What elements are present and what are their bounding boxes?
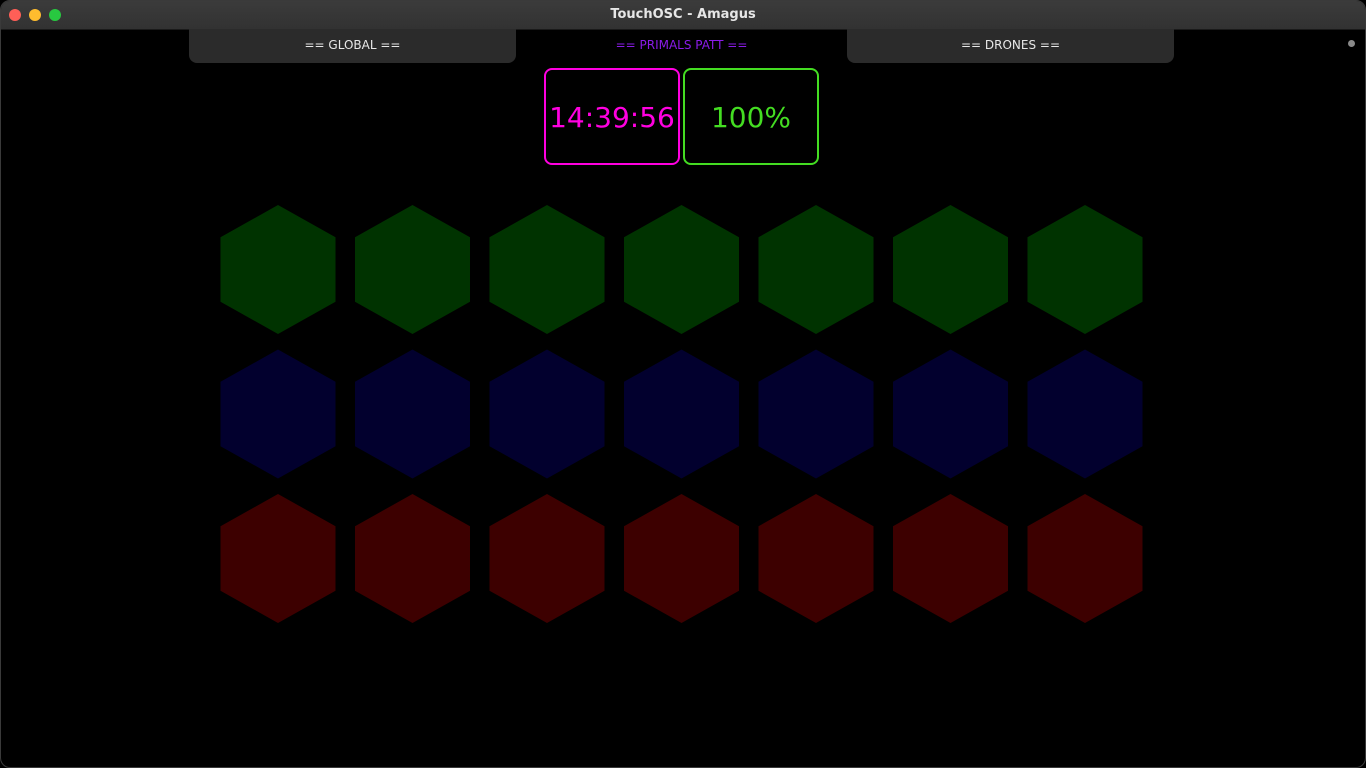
hex-pad-green-4[interactable]: [624, 205, 739, 334]
touchosc-window: TouchOSC - Amagus == GLOBAL == == PRIMAL…: [0, 0, 1366, 768]
hex-pad-red-6[interactable]: [893, 494, 1008, 623]
hex-pad-red-2[interactable]: [355, 494, 470, 623]
hex-pad-red-7[interactable]: [1027, 494, 1143, 623]
hex-pad-grid: [220, 205, 1143, 623]
hex-pad-red-5[interactable]: [758, 494, 874, 623]
hex-pad-blue-6[interactable]: [893, 349, 1008, 479]
hex-pad-red-3[interactable]: [489, 494, 605, 623]
hex-pad-green-6[interactable]: [893, 205, 1008, 334]
hex-pad-blue-3[interactable]: [489, 349, 605, 479]
hex-pad-green-1[interactable]: [220, 205, 336, 334]
hex-pad-blue-2[interactable]: [355, 349, 470, 479]
hex-pad-red-4[interactable]: [624, 494, 739, 623]
hex-pad-green-2[interactable]: [355, 205, 470, 334]
hex-pad-blue-7[interactable]: [1027, 349, 1143, 479]
hex-pad-green-7[interactable]: [1027, 205, 1143, 334]
hex-pad-blue-4[interactable]: [624, 349, 739, 479]
hex-pad-blue-1[interactable]: [220, 349, 336, 479]
hex-pad-green-3[interactable]: [489, 205, 605, 334]
hex-pad-red-1[interactable]: [220, 494, 336, 623]
hex-pad-green-5[interactable]: [758, 205, 874, 334]
hex-pad-blue-5[interactable]: [758, 349, 874, 479]
